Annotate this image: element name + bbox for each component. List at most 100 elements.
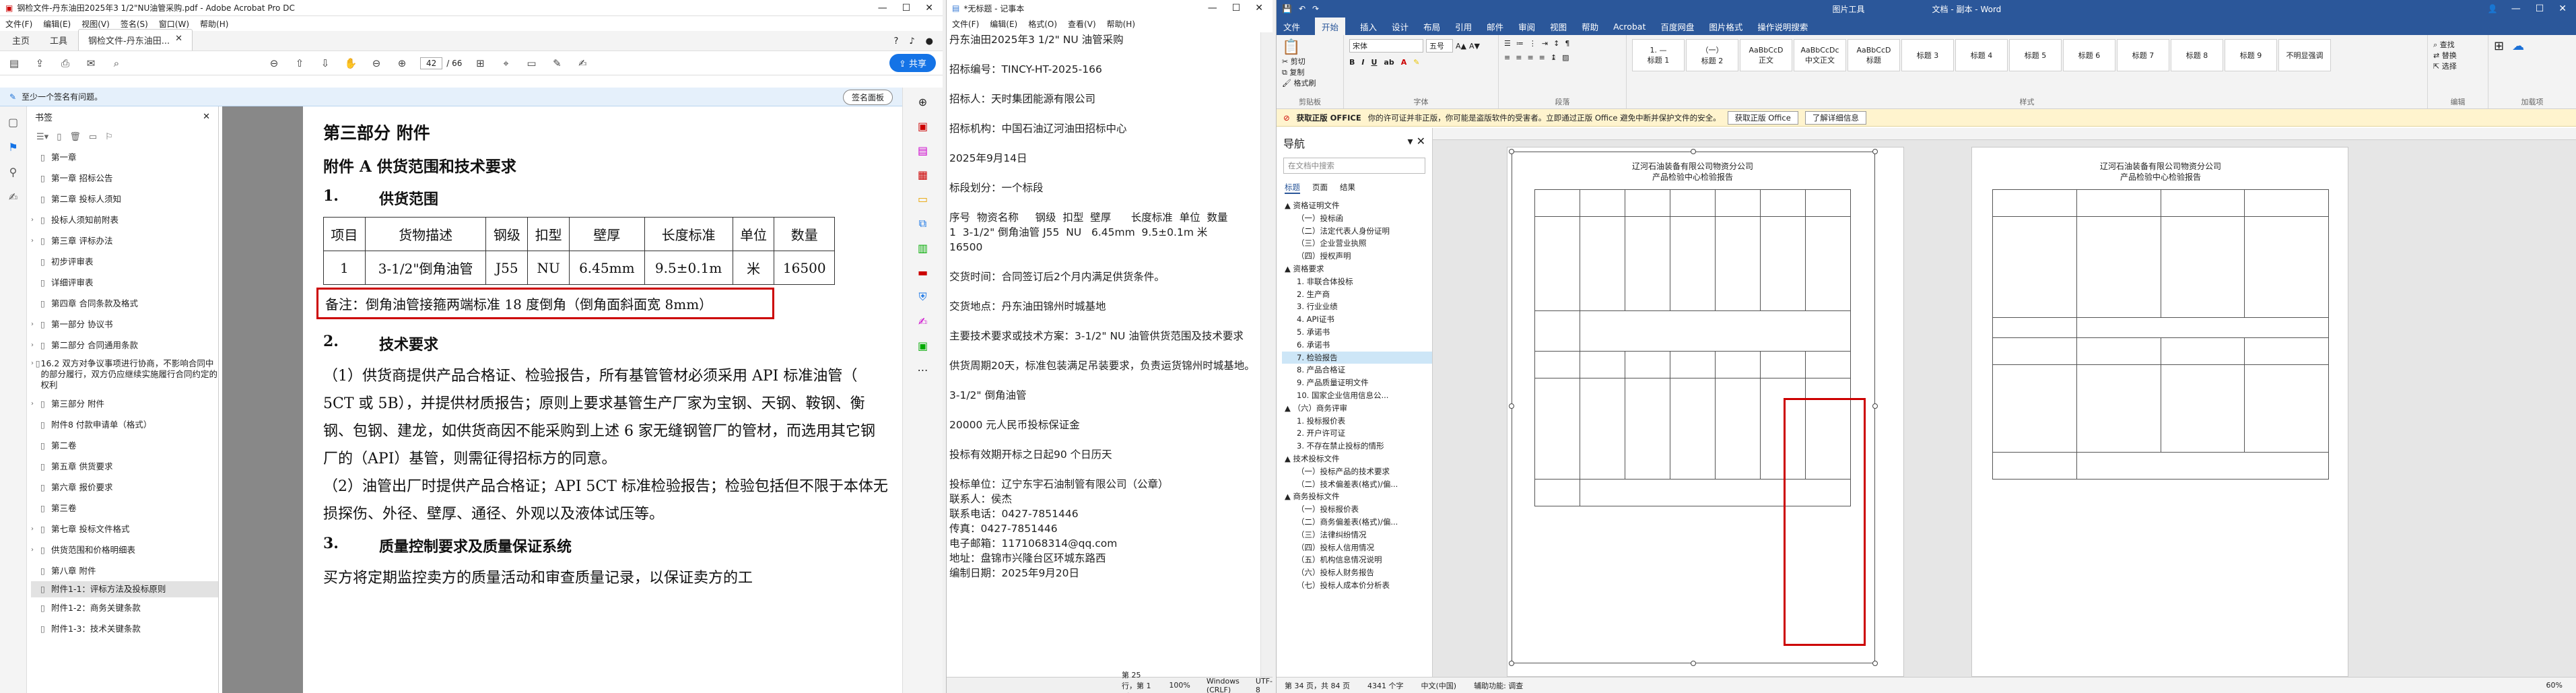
- fill-sign-icon[interactable]: ✍: [918, 315, 927, 328]
- comment-tool-icon[interactable]: ▭: [918, 193, 928, 205]
- np-menu-format[interactable]: 格式(O): [1028, 18, 1057, 30]
- nav-heading-item[interactable]: （一）投标产品的技术要求: [1282, 465, 1432, 478]
- bookmark-item[interactable]: › ▯ 第三章 评标办法: [31, 230, 218, 251]
- menu-sign[interactable]: 签名(S): [121, 18, 148, 30]
- sort-icon[interactable]: ↕: [1553, 39, 1559, 48]
- delete-icon[interactable]: 🗑: [69, 132, 81, 142]
- ribbon-tab[interactable]: 引用: [1455, 20, 1472, 33]
- addins-icon[interactable]: ⊞: [2494, 39, 2504, 53]
- nav-heading-item[interactable]: （二）商务偏差表(格式)/偏...: [1282, 516, 1432, 529]
- share-button[interactable]: ⇪ 共享: [889, 54, 936, 72]
- bookmark-item[interactable]: ▯ 第八章 附件: [31, 560, 218, 581]
- ribbon-tab[interactable]: 百度网盘: [1660, 20, 1694, 33]
- indent-icon[interactable]: ⇥: [1542, 39, 1548, 48]
- ribbon-tab[interactable]: 布局: [1423, 20, 1440, 33]
- page-number-input[interactable]: 42: [420, 57, 443, 69]
- bold-button[interactable]: B: [1349, 58, 1355, 67]
- font-name-select[interactable]: 宋体: [1349, 39, 1423, 53]
- bookmark-item[interactable]: ▯ 初步评审表: [31, 251, 218, 272]
- ribbon-tab[interactable]: 审阅: [1518, 20, 1535, 33]
- align-center-icon[interactable]: ≡: [1516, 53, 1522, 62]
- resize-handle[interactable]: [1872, 149, 1878, 154]
- nav-heading-item[interactable]: （二）法定代表人身份证明: [1282, 225, 1432, 238]
- font-color-icon[interactable]: A: [1401, 58, 1407, 67]
- bookmark-item[interactable]: › ▯ 第七章 投标文件格式: [31, 519, 218, 539]
- nav-tab-pages[interactable]: 页面: [1312, 182, 1328, 194]
- undo-icon[interactable]: ↶: [1299, 4, 1306, 13]
- style-item[interactable]: 标题 5: [2009, 39, 2062, 71]
- np-menu-file[interactable]: 文件(F): [952, 18, 979, 30]
- ribbon-tab[interactable]: 开始: [1315, 17, 1346, 36]
- nav-heading-item[interactable]: （一）投标函: [1282, 212, 1432, 225]
- nav-heading-item[interactable]: 2. 生产商: [1282, 288, 1432, 301]
- nav-heading-item[interactable]: 9. 产品质量证明文件: [1282, 376, 1432, 389]
- np-menu-help[interactable]: 帮助(H): [1107, 18, 1135, 30]
- style-item[interactable]: AaBbCcD 标题: [1848, 39, 1900, 71]
- bookmark-item[interactable]: ▯ 第三卷: [31, 498, 218, 519]
- style-item[interactable]: 不明显强调: [2278, 39, 2331, 71]
- cut-button[interactable]: ✂ 剪切: [1282, 56, 1338, 67]
- replace-button[interactable]: ⇄ 替换: [2433, 50, 2482, 61]
- resize-handle[interactable]: [1872, 403, 1878, 409]
- protect-icon[interactable]: ⛨: [918, 290, 926, 304]
- hand-icon[interactable]: ✋: [343, 56, 358, 71]
- bookmark-item[interactable]: ▯ 第一章 招标公告: [31, 168, 218, 189]
- style-item[interactable]: AaBbCcD 正文: [1740, 39, 1792, 71]
- search-icon[interactable]: ⌕: [109, 56, 124, 71]
- np-maximize-button[interactable]: ☐: [1232, 3, 1241, 13]
- bell-icon[interactable]: ♪: [909, 36, 914, 46]
- nav-heading-item[interactable]: 10. 国家企业信用信息公...: [1282, 389, 1432, 402]
- style-item[interactable]: 标题 3: [1901, 39, 1954, 71]
- nav-heading-item[interactable]: （二）技术偏差表(格式)/偏...: [1282, 478, 1432, 491]
- grow-font-icon[interactable]: A▲: [1456, 42, 1466, 51]
- style-item[interactable]: 标题 7: [2117, 39, 2169, 71]
- np-menu-edit[interactable]: 编辑(E): [990, 18, 1017, 30]
- zoom-tool-icon[interactable]: ⊕: [918, 96, 927, 108]
- zoom-in-icon[interactable]: ⊕: [395, 56, 409, 71]
- signature-icon[interactable]: ✍: [9, 191, 18, 203]
- nav-heading-item[interactable]: ▲ 资格证明文件: [1282, 199, 1432, 212]
- expand-chevron-icon[interactable]: ›: [31, 209, 40, 230]
- tab-home[interactable]: 主页: [3, 30, 39, 51]
- expand-chevron-icon[interactable]: ›: [31, 314, 40, 335]
- bullets-icon[interactable]: ☰: [1504, 39, 1511, 48]
- page-down-icon[interactable]: ⇩: [318, 56, 333, 71]
- bookmark-item[interactable]: › ▯ 16.2 双方对争议事项进行协商，不影响合同中的部分履行，双方仍应继续实施履…: [31, 356, 218, 393]
- numbering-icon[interactable]: ≔: [1516, 39, 1524, 48]
- pen-icon[interactable]: ✎: [549, 56, 564, 71]
- bookmark-item[interactable]: ▯ 附件8 付款申请单（格式）: [31, 414, 218, 435]
- bookmark-item[interactable]: ▯ 详细评审表: [31, 272, 218, 293]
- nav-heading-item[interactable]: ▲ 商务投标文件: [1282, 490, 1432, 503]
- combine-icon[interactable]: ⧉: [919, 217, 926, 230]
- bookmark-item[interactable]: ▯ 附件1-2：商务关键条款: [31, 597, 218, 618]
- nav-heading-item[interactable]: 4. API证书: [1282, 313, 1432, 326]
- ribbon-tab[interactable]: 操作说明搜索: [1757, 20, 1808, 33]
- nav-tab-headings[interactable]: 标题: [1285, 182, 1300, 194]
- minimize-button[interactable]: —: [878, 3, 887, 13]
- align-right-icon[interactable]: ≡: [1527, 53, 1533, 62]
- np-menu-view[interactable]: 查看(V): [1068, 18, 1096, 30]
- nav-heading-item[interactable]: （三）法律纠纷情况: [1282, 529, 1432, 541]
- menu-file[interactable]: 文件(F): [5, 18, 32, 30]
- np-close-button[interactable]: ✕: [1255, 3, 1263, 13]
- ribbon-tab[interactable]: 设计: [1392, 20, 1409, 33]
- copy-button[interactable]: ⧉ 复制: [1282, 67, 1338, 77]
- shading-icon[interactable]: ▨: [1562, 53, 1569, 62]
- expand-chevron-icon[interactable]: ›: [31, 519, 40, 539]
- ribbon-tab[interactable]: 文件: [1283, 20, 1300, 33]
- nav-heading-item[interactable]: 5. 承诺书: [1282, 326, 1432, 339]
- style-item[interactable]: 1. — 标题 1: [1632, 39, 1685, 71]
- italic-button[interactable]: I: [1361, 58, 1364, 67]
- bookmark-item[interactable]: › ▯ 投标人须知前附表: [31, 209, 218, 230]
- ribbon-tab[interactable]: 视图: [1550, 20, 1567, 33]
- nav-heading-item[interactable]: （四）授权声明: [1282, 250, 1432, 263]
- nav-heading-item[interactable]: ▲ （六）商务评审: [1282, 402, 1432, 415]
- bookmark-item[interactable]: › ▯ 第三部分 附件: [31, 393, 218, 414]
- align-left-icon[interactable]: ≡: [1504, 53, 1510, 62]
- nav-heading-item[interactable]: 3. 行业业绩: [1282, 300, 1432, 313]
- ribbon-tab[interactable]: Acrobat: [1613, 22, 1646, 32]
- find-button[interactable]: ⌕ 查找: [2433, 39, 2482, 50]
- resize-handle[interactable]: [1691, 661, 1696, 666]
- bookmark-item[interactable]: › ▯ 供货范围和价格明细表: [31, 539, 218, 560]
- select-icon[interactable]: ⌖: [498, 56, 513, 71]
